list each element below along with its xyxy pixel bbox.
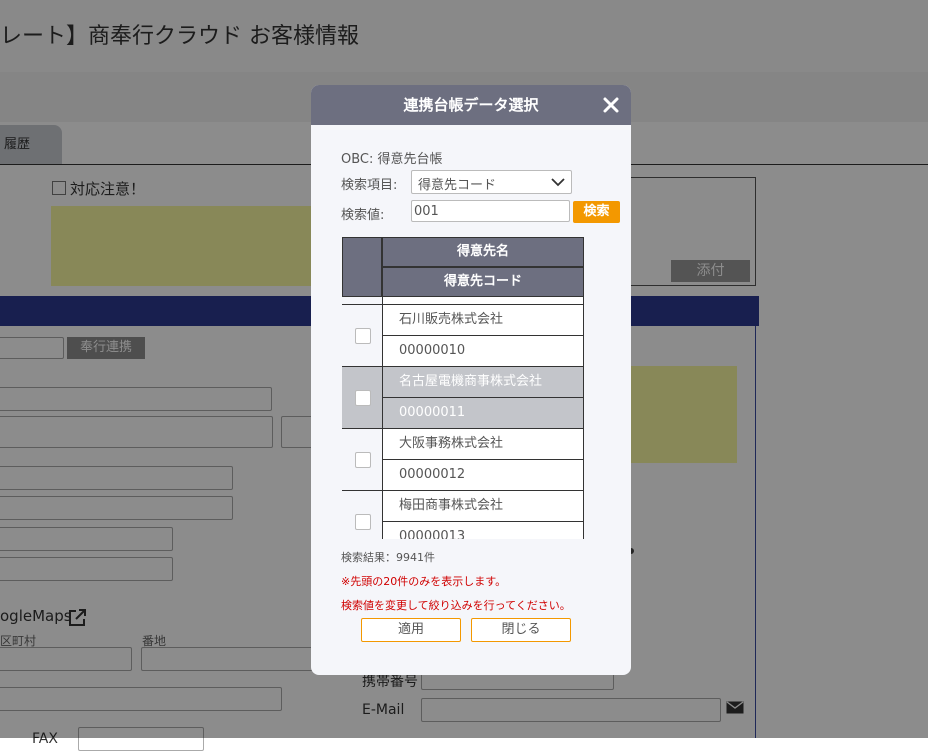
search-button[interactable]: 検索	[573, 201, 620, 223]
notice-refine: 検索値を変更して絞り込みを行ってください。	[341, 599, 571, 612]
row-code-cell: 00000012	[382, 459, 584, 490]
search-value-input[interactable]	[411, 200, 570, 222]
close-icon[interactable]	[601, 95, 621, 115]
row-check-cell	[342, 428, 382, 490]
chevron-down-icon	[551, 178, 565, 187]
row-check-cell	[342, 366, 382, 428]
close-button[interactable]: 閉じる	[471, 618, 571, 642]
row-checkbox[interactable]	[355, 514, 371, 530]
row-code-cell	[382, 297, 584, 304]
row-checkbox[interactable]	[355, 328, 371, 344]
row-name-cell: 石川販売株式会社	[382, 304, 584, 335]
row-check-cell	[342, 297, 382, 304]
row-checkbox[interactable]	[355, 452, 371, 468]
header-name: 得意先名	[382, 237, 584, 267]
search-field-value: 得意先コード	[418, 178, 497, 193]
search-value-label: 検索値:	[341, 208, 385, 223]
apply-button[interactable]: 適用	[361, 618, 461, 642]
header-code: 得意先コード	[382, 267, 584, 297]
row-checkbox[interactable]	[355, 390, 371, 406]
row-name-cell: 梅田商事株式会社	[382, 490, 584, 521]
ledger-select-dialog: 連携台帳データ選択 OBC: 得意先台帳 検索項目: 得意先コード 検索値: 検…	[311, 85, 631, 675]
table-row[interactable]: 石川販売株式会社 00000010	[342, 304, 584, 366]
table-row[interactable]	[342, 297, 584, 304]
table-header: 得意先名 得意先コード	[342, 237, 584, 297]
search-field-label: 検索項目:	[341, 178, 398, 193]
row-code-cell: 00000011	[382, 397, 584, 428]
search-field-select[interactable]: 得意先コード	[411, 170, 572, 194]
result-count: 検索結果：9941件	[341, 551, 435, 564]
table-row-selected[interactable]: 名古屋電機商事株式会社 00000011	[342, 366, 584, 428]
row-code-cell: 00000013	[382, 521, 584, 539]
dialog-title: 連携台帳データ選択	[403, 96, 539, 114]
row-check-cell	[342, 490, 382, 539]
row-check-cell	[342, 304, 382, 366]
row-name-cell: 名古屋電機商事株式会社	[382, 366, 584, 397]
results-table: 得意先名 得意先コード 石川販売株式会社 00000010 名古屋電機商事株式会…	[342, 237, 586, 539]
table-body: 石川販売株式会社 00000010 名古屋電機商事株式会社 00000011 大…	[342, 297, 584, 539]
row-code-cell: 00000010	[382, 335, 584, 366]
dialog-header: 連携台帳データ選択	[311, 85, 631, 125]
notice-top20: ※先頭の20件のみを表示します。	[341, 575, 507, 588]
table-row[interactable]: 梅田商事株式会社 00000013	[342, 490, 584, 539]
row-name-cell: 大阪事務株式会社	[382, 428, 584, 459]
table-row[interactable]: 大阪事務株式会社 00000012	[342, 428, 584, 490]
header-check-column	[342, 237, 382, 297]
obc-label: OBC: 得意先台帳	[341, 152, 443, 167]
